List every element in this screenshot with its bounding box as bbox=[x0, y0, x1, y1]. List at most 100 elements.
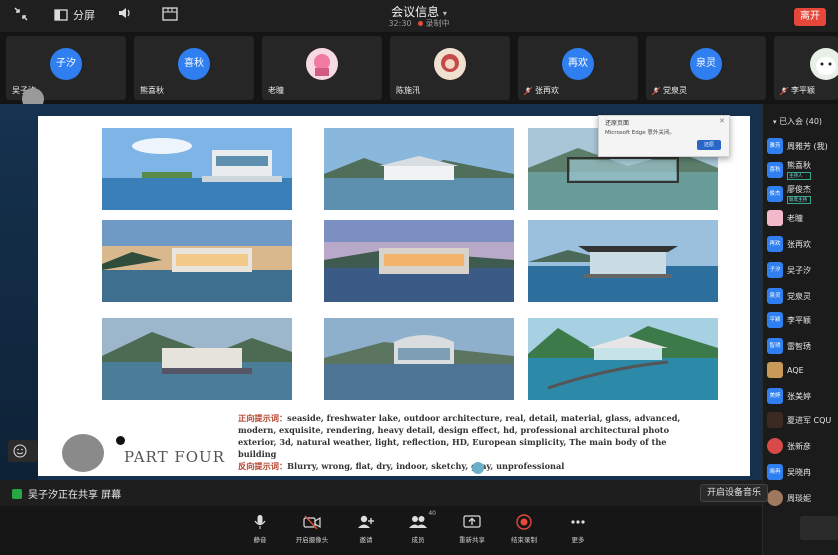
shared-screen: 正向提示词：seaside, freshwater lake, outdoor … bbox=[0, 104, 762, 480]
recording-dot-icon bbox=[417, 21, 423, 26]
list-item[interactable]: 再欢 张再欢 bbox=[767, 234, 838, 254]
invite-button[interactable]: 邀请 bbox=[346, 514, 386, 544]
dialog-message: Microsoft Edge 意外关闭。 bbox=[605, 130, 675, 136]
top-bar: 分屏 会议信息 ▾ 32:30 录制中 离开 bbox=[0, 0, 838, 32]
avatar bbox=[810, 48, 838, 80]
list-item[interactable]: 美婷 张美婷 bbox=[767, 386, 838, 406]
prompt-text: 正向提示词：seaside, freshwater lake, outdoor … bbox=[238, 412, 706, 472]
architecture-image bbox=[528, 318, 718, 400]
list-item[interactable]: 俊杰 廖俊杰 联席主持 bbox=[767, 184, 838, 204]
list-item[interactable]: 子汐 吴子汐 bbox=[767, 260, 838, 280]
avatar: 再欢 bbox=[562, 48, 594, 80]
meeting-status: 32:30 录制中 bbox=[0, 18, 838, 29]
avatar bbox=[767, 438, 783, 454]
close-icon[interactable]: ✕ bbox=[719, 117, 725, 125]
joined-count: 已入会 (40) bbox=[779, 117, 823, 126]
meeting-time: 32:30 bbox=[388, 19, 412, 28]
participant-list-header[interactable]: ▾ 已入会 (40) bbox=[773, 116, 822, 127]
avatar bbox=[767, 412, 783, 428]
mic-muted-icon bbox=[524, 86, 532, 95]
architecture-image bbox=[324, 128, 514, 210]
end-recording-button[interactable]: 结束录制 bbox=[504, 514, 544, 544]
avatar: 再欢 bbox=[767, 236, 783, 252]
add-user-icon bbox=[358, 515, 374, 528]
avatar: 美婷 bbox=[767, 388, 783, 404]
positive-prompt-text: seaside, freshwater lake, outdoor archit… bbox=[238, 413, 681, 459]
sharing-status-bar: 吴子汐正在共享 屏幕 开启设备音乐 bbox=[0, 480, 769, 506]
share-screen-icon bbox=[463, 515, 481, 528]
participant-name: 老瞳 bbox=[268, 86, 284, 95]
avatar bbox=[767, 210, 783, 226]
presentation-slide: 正向提示词：seaside, freshwater lake, outdoor … bbox=[38, 116, 750, 476]
more-icon bbox=[571, 520, 585, 524]
shared-screen-background bbox=[0, 104, 38, 480]
list-item[interactable]: AQE bbox=[767, 360, 838, 380]
list-item[interactable]: 夏进军 CQU bbox=[767, 410, 838, 430]
participant-list-action-button[interactable] bbox=[800, 516, 838, 540]
list-item[interactable]: 平颖 李平颖 bbox=[767, 310, 838, 330]
negative-prompt-label: 反向提示词： bbox=[238, 461, 288, 471]
avatar bbox=[767, 362, 783, 378]
meeting-title: 会议信息 bbox=[391, 5, 440, 19]
members-count: 40 bbox=[428, 510, 436, 517]
sharing-status: 吴子汐正在共享 屏幕 bbox=[12, 486, 121, 501]
positive-prompt-label: 正向提示词： bbox=[238, 413, 288, 423]
participant-list: ▾ 已入会 (40) 雅芳 周雅芳 (我) 喜秋 熊喜秋 主持人 俊杰 廖俊杰 联席主持 … bbox=[762, 104, 838, 555]
cursor-dot bbox=[472, 462, 484, 474]
camera-overlay bbox=[62, 434, 104, 472]
meeting-window: 分屏 会议信息 ▾ 32:30录制中 离开 子汐 吴子汐 喜秋 熊喜秋 bbox=[0, 0, 838, 555]
avatar: 平颖 bbox=[767, 312, 783, 328]
participant-tile[interactable]: 泉灵 党泉灵 bbox=[646, 36, 766, 100]
architecture-image bbox=[528, 220, 718, 302]
architecture-image bbox=[102, 128, 292, 210]
avatar: 智琇 bbox=[767, 338, 783, 354]
recording-label: 录制中 bbox=[425, 19, 450, 28]
chevron-down-icon: ▾ bbox=[773, 118, 777, 126]
mic-muted-icon bbox=[652, 86, 660, 95]
mic-muted-icon bbox=[780, 86, 788, 95]
microphone-icon bbox=[254, 515, 266, 529]
sharing-status-text: 吴子汐正在共享 屏幕 bbox=[28, 490, 122, 501]
avatar: 雅芳 bbox=[767, 138, 783, 154]
leave-button[interactable]: 离开 bbox=[794, 8, 826, 26]
participant-tile[interactable]: 陈施汛 bbox=[390, 36, 510, 100]
avatar: 喜秋 bbox=[178, 48, 210, 80]
architecture-image bbox=[324, 318, 514, 400]
device-audio-button[interactable]: 开启设备音乐 bbox=[700, 484, 769, 502]
screen-share-icon bbox=[12, 488, 22, 499]
participant-tile[interactable]: 喜秋 熊喜秋 bbox=[134, 36, 254, 100]
list-item[interactable]: 智琇 雷智琇 bbox=[767, 336, 838, 356]
negative-prompt-text: Blurry, wrong, flat, dry, indoor, sketch… bbox=[287, 461, 565, 471]
list-item[interactable]: 周琰妮 bbox=[767, 488, 838, 508]
list-item[interactable]: 晓冉 吴晓冉 bbox=[767, 462, 838, 482]
list-item[interactable]: 泉灵 党泉灵 bbox=[767, 286, 838, 306]
more-button[interactable]: 更多 bbox=[558, 514, 598, 544]
avatar: 晓冉 bbox=[767, 464, 783, 480]
architecture-image bbox=[102, 220, 292, 302]
host-badge: 主持人 bbox=[787, 172, 811, 180]
avatar: 俊杰 bbox=[767, 186, 783, 202]
participant-name: 熊喜秋 bbox=[140, 86, 164, 95]
reshare-button[interactable]: 重新共享 bbox=[452, 514, 492, 544]
participant-tile[interactable]: 李平颖 bbox=[774, 36, 838, 100]
participant-tile[interactable]: 老瞳 bbox=[262, 36, 382, 100]
bottom-toolbar: 静音 开启摄像头 邀请 40 成员 重新共享 结束录制 更多 bbox=[0, 506, 762, 555]
list-item[interactable]: 老瞳 bbox=[767, 208, 838, 228]
members-button[interactable]: 40 成员 bbox=[398, 510, 438, 544]
architecture-image bbox=[324, 220, 514, 302]
restore-button[interactable]: 还原 bbox=[697, 140, 721, 150]
list-item[interactable]: 张新彦 bbox=[767, 436, 838, 456]
avatar: 泉灵 bbox=[690, 48, 722, 80]
camera-button[interactable]: 开启摄像头 bbox=[292, 514, 332, 544]
list-item[interactable]: 雅芳 周雅芳 (我) bbox=[767, 136, 838, 156]
avatar bbox=[434, 48, 466, 80]
architecture-image bbox=[102, 318, 292, 400]
avatar: 子汐 bbox=[767, 262, 783, 278]
participant-tile[interactable]: 子汐 吴子汐 bbox=[6, 36, 126, 100]
restore-pages-dialog: 还原页面 ✕ Microsoft Edge 意外关闭。 还原 bbox=[598, 115, 730, 157]
participant-tile[interactable]: 再欢 张再欢 bbox=[518, 36, 638, 100]
mute-button[interactable]: 静音 bbox=[240, 514, 280, 544]
list-item[interactable]: 喜秋 熊喜秋 主持人 bbox=[767, 160, 838, 180]
reaction-button[interactable] bbox=[8, 440, 38, 462]
avatar: 喜秋 bbox=[767, 162, 783, 178]
